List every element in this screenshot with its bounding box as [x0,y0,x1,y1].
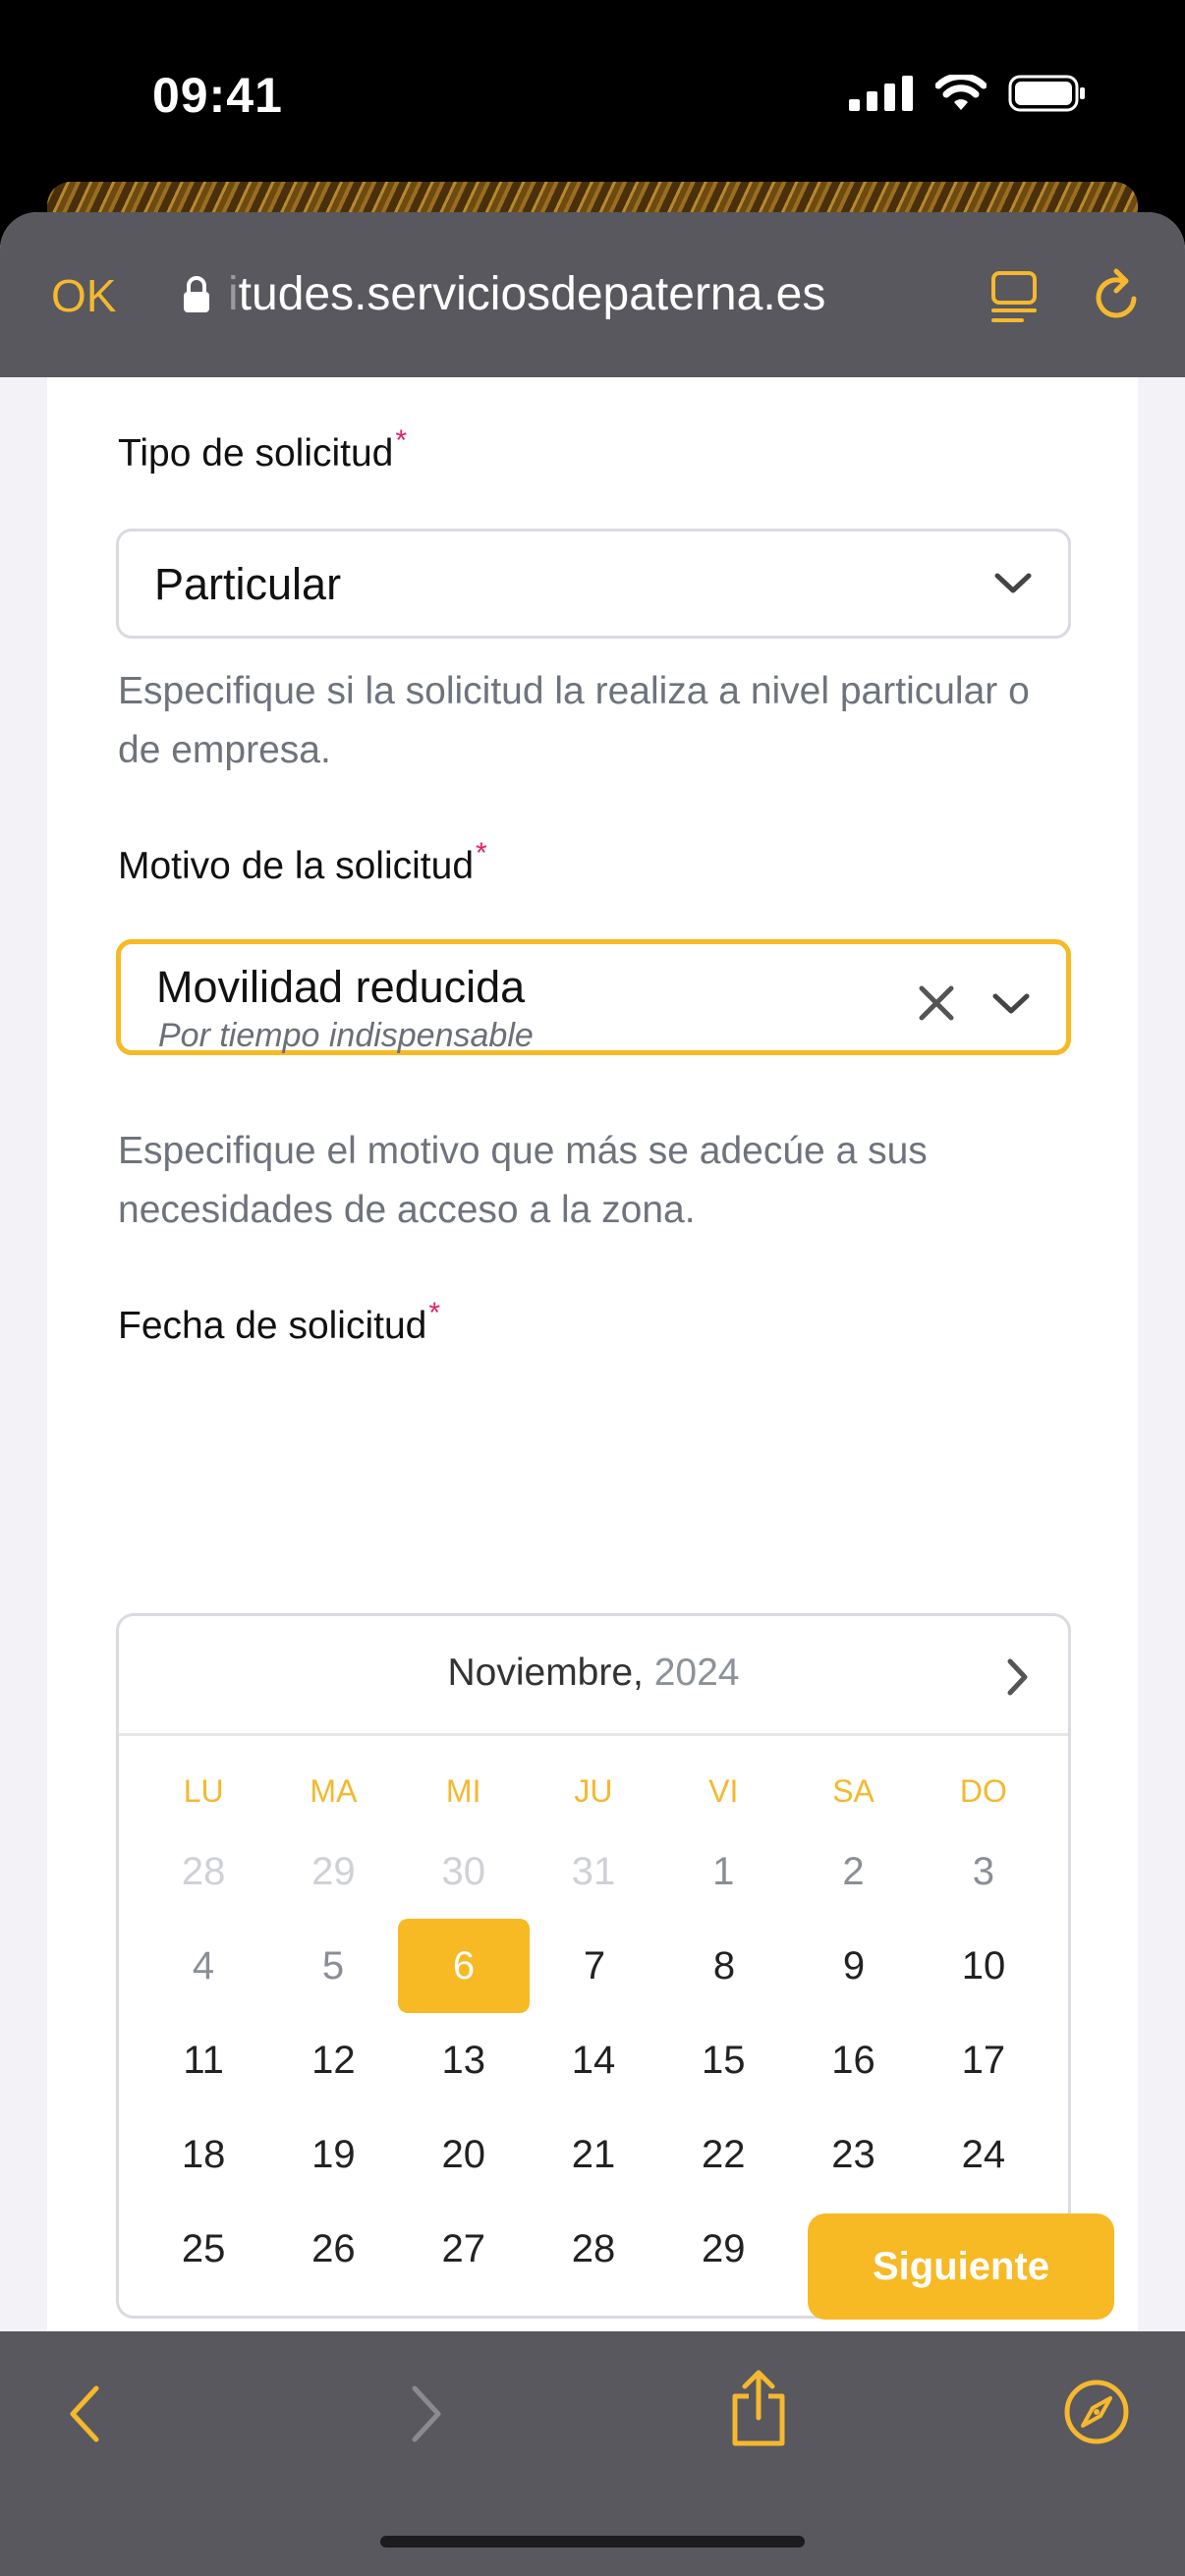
browser-sheet: OK itudes.serviciosdepaterna.es Tipo de … [0,212,1185,2576]
weekday-row: LU MA MI JU VI SA DO [119,1773,1068,1815]
tipo-value: Particular [154,559,342,609]
weekday-label: DO [959,1773,1007,1809]
status-bar: 09:41 [0,0,1185,187]
calendar-day[interactable]: 27 [399,2202,529,2296]
calendar-header: Noviembre, 2024 [119,1616,1068,1736]
calendar-day: 30 [441,1850,485,1893]
motivo-label: Motivo de la solicitud* [118,837,487,887]
calendar-day[interactable]: 12 [268,2013,398,2107]
url-bar: OK itudes.serviciosdepaterna.es [0,212,1185,377]
address-field[interactable]: itudes.serviciosdepaterna.es [183,267,825,321]
calendar-day: 2 [842,1850,865,1893]
url-prefix: i [228,268,239,320]
required-mark: * [428,1297,441,1329]
back-icon[interactable] [65,2382,104,2445]
calendar-week: 18 19 20 21 22 23 24 [119,2107,1068,2202]
calendar-day[interactable]: 13 [399,2013,529,2107]
calendar-day[interactable]: 14 [529,2013,658,2107]
chevron-right-icon[interactable] [1005,1657,1031,1697]
calendar-day[interactable]: 17 [919,2013,1048,2107]
calendar-day[interactable]: 23 [788,2107,918,2202]
motivo-select[interactable]: Movilidad reducida Por tiempo indispensa… [116,939,1071,1055]
calendar-day[interactable]: 21 [529,2107,658,2202]
form-card: Tipo de solicitud* Particular Especifiqu… [47,377,1138,2332]
calendar-day[interactable]: 22 [658,2107,788,2202]
weekday-label: MA [310,1773,358,1809]
status-time: 09:41 [152,68,283,123]
chevron-down-icon[interactable] [991,991,1031,1017]
reload-icon[interactable] [1093,267,1144,324]
status-icons [849,75,1087,112]
clear-icon[interactable] [917,983,956,1023]
calendar-day: 4 [192,1944,215,1988]
calendar-day: 28 [181,1850,226,1893]
tipo-label: Tipo de solicitud* [118,424,408,475]
url-host: tudes.serviciosdepaterna.es [238,268,826,320]
calendar-day[interactable]: 15 [658,2013,788,2107]
wifi-icon [935,75,987,110]
calendar-day: 3 [972,1850,994,1893]
calendar-year[interactable]: 2024 [654,1652,740,1694]
calendar-week: 11 12 13 14 15 16 17 [119,2013,1068,2107]
tipo-help: Especifique si la solicitud la realiza a… [118,670,1030,771]
calendar-day: 5 [321,1944,345,1988]
calendar-week: 28 29 30 31 1 2 3 [119,1824,1068,1919]
calendar-month-title: Noviembre, 2024 [119,1652,1068,1695]
calendar-day: 29 [311,1850,356,1893]
next-button[interactable]: Siguiente [808,2213,1114,2320]
motivo-help: Especifique el motivo que más se adecúe … [118,1130,928,1231]
required-mark: * [395,424,408,457]
home-indicator [380,2536,805,2548]
calendar-day[interactable]: 26 [268,2202,398,2296]
share-icon[interactable] [729,2369,788,2447]
calendar-day[interactable]: 24 [919,2107,1048,2202]
calendar-month: Noviembre, [447,1652,644,1694]
weekday-label: SA [832,1773,875,1809]
calendar-day: 1 [712,1850,735,1893]
calendar-day[interactable]: 10 [919,1919,1048,2013]
weekday-label: MI [445,1773,481,1809]
calendar-day[interactable]: 16 [788,2013,918,2107]
calendar-day: 31 [571,1850,616,1893]
calendar-grid: LU MA MI JU VI SA DO 28 29 30 31 1 2 3 4… [119,1736,1068,2296]
calendar-day[interactable]: 18 [139,2107,268,2202]
chevron-down-icon [994,573,1032,593]
calendar-day[interactable]: 7 [530,1919,659,2013]
calendar-day[interactable]: 9 [789,1919,919,2013]
lock-icon [184,275,209,312]
cellular-signal-icon [849,76,913,111]
calendar-day-selected[interactable]: 6 [398,1919,530,2013]
weekday-label: LU [183,1773,224,1809]
calendar-week: 4 5 6 7 8 9 10 [119,1919,1068,2013]
battery-icon [1008,75,1085,112]
weekday-label: JU [574,1773,613,1809]
done-button[interactable]: OK [51,269,116,322]
fecha-label: Fecha de solicitud* [118,1297,441,1347]
calendar-day[interactable]: 19 [268,2107,398,2202]
reader-icon[interactable] [990,269,1038,326]
calendar-day[interactable]: 25 [139,2202,268,2296]
calendar-day[interactable]: 8 [659,1919,789,2013]
motivo-subvalue: Por tiempo indispensable [158,1017,534,1054]
calendar-day[interactable]: 28 [529,2202,658,2296]
tipo-select[interactable]: Particular [116,529,1071,639]
calendar-day[interactable]: 11 [139,2013,268,2107]
weekday-label: VI [708,1773,739,1809]
calendar-day[interactable]: 29 [658,2202,788,2296]
motivo-value: Movilidad reducida [156,962,526,1012]
compass-icon[interactable] [1063,2379,1130,2445]
calendar-day[interactable]: 20 [399,2107,529,2202]
forward-icon[interactable] [407,2382,446,2445]
required-mark: * [476,837,487,869]
